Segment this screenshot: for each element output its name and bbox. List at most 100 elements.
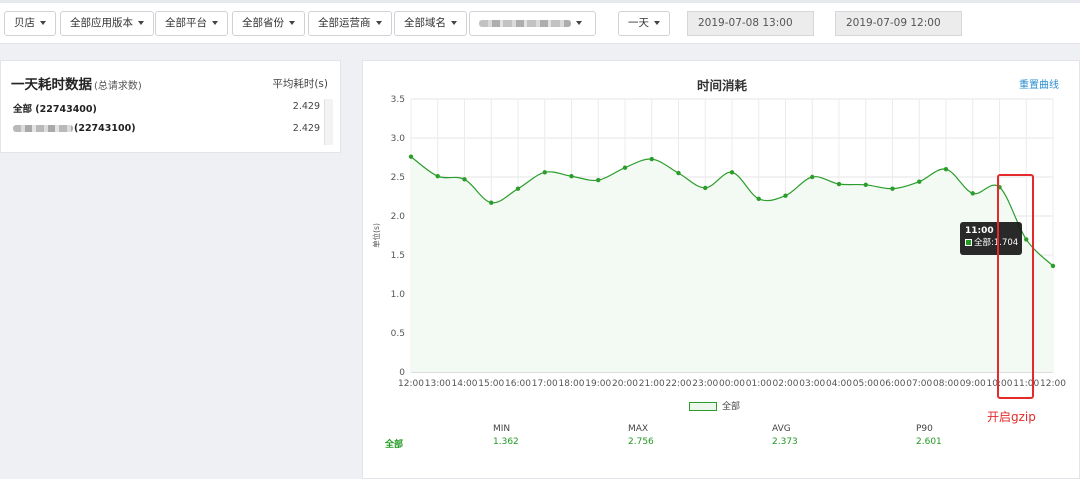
data-point — [890, 186, 895, 191]
chevron-down-icon — [212, 21, 218, 25]
chevron-down-icon — [40, 21, 46, 25]
app-version-dropdown[interactable]: 全部应用版本 — [60, 11, 154, 36]
store-dropdown-label: 贝店 — [14, 17, 35, 29]
data-point — [408, 154, 414, 159]
data-point — [622, 165, 628, 170]
list-item[interactable]: (22743100) 2.429 — [13, 123, 320, 134]
gzip-annotation: 开启gzip — [987, 410, 1036, 424]
y-tick-label: 3.5 — [391, 95, 405, 105]
x-tick-label: 08:00 — [933, 379, 959, 389]
x-tick-label: 17:00 — [532, 379, 558, 389]
chart-legend[interactable]: 全部 — [689, 399, 740, 412]
data-point — [863, 182, 868, 187]
y-axis-label: 单位(s) — [371, 223, 381, 248]
panel-title-text: 一天耗时数据 — [11, 77, 92, 93]
legend-label: 全部 — [722, 402, 741, 412]
time-range-label: 一天 — [628, 17, 649, 29]
x-tick-label: 16:00 — [505, 379, 531, 389]
redacted-text — [479, 19, 571, 27]
x-tick-label: 05:00 — [853, 379, 879, 389]
app-version-dropdown-label: 全部应用版本 — [70, 17, 133, 29]
carrier-dropdown[interactable]: 全部运营商 — [308, 11, 392, 36]
chevron-down-icon — [289, 21, 295, 25]
daily-latency-panel: 一天耗时数据 (总请求数) 平均耗时(s) 全部 (22743400) 2.429… — [0, 60, 341, 153]
data-point — [703, 185, 708, 191]
province-dropdown[interactable]: 全部省份 — [232, 11, 305, 36]
x-tick-label: 21:00 — [639, 379, 665, 389]
api-path-dropdown[interactable] — [469, 11, 596, 36]
store-dropdown[interactable]: 贝店 — [4, 11, 56, 36]
platform-dropdown[interactable]: 全部平台 — [155, 11, 228, 36]
chevron-down-icon — [375, 21, 382, 25]
series-area — [411, 156, 1053, 372]
avg-latency-header: 平均耗时(s) — [272, 78, 328, 90]
data-point — [515, 186, 521, 191]
data-point — [542, 170, 547, 175]
data-point — [729, 170, 735, 175]
chevron-down-icon — [654, 21, 660, 25]
x-tick-label: 04:00 — [826, 379, 852, 389]
data-point — [783, 193, 788, 198]
chart-title: 时间消耗 — [696, 78, 747, 93]
data-point — [569, 174, 574, 179]
time-range-dropdown[interactable]: 一天 — [618, 11, 670, 36]
end-time-input[interactable]: 2019-07-09 12:00 — [835, 11, 962, 36]
data-point — [462, 177, 467, 182]
list-item[interactable]: 全部 (22743400) 2.429 — [13, 101, 320, 115]
data-point — [1050, 263, 1056, 269]
x-tick-label: 07:00 — [906, 379, 932, 389]
data-point — [596, 177, 601, 183]
reset-curve-link[interactable]: 重置曲线 — [1019, 76, 1059, 91]
y-tick-label: 2.5 — [391, 173, 405, 183]
stats-header-avg: AVG — [772, 424, 791, 434]
highlight-box — [997, 174, 1034, 399]
chevron-down-icon — [138, 21, 144, 25]
domain-dropdown-label: 全部域名 — [404, 17, 446, 29]
stats-value-p90: 2.601 — [916, 437, 942, 447]
tooltip-series-label: 全部: — [974, 238, 994, 248]
start-time-input[interactable]: 2019-07-08 13:00 — [687, 11, 814, 36]
filter-toolbar: 贝店 全部应用版本 全部平台 全部省份 全部运营商 全部域名 一天 2019-0… — [0, 0, 1080, 44]
stats-value-avg: 2.373 — [772, 437, 798, 447]
x-tick-label: 12:00 — [398, 379, 424, 389]
y-tick-label: 1.5 — [391, 251, 405, 261]
x-tick-label: 20:00 — [612, 379, 638, 389]
row-name: (22743100) — [74, 123, 136, 134]
x-tick-label: 13:00 — [425, 379, 451, 389]
y-tick-label: 3.0 — [391, 134, 406, 144]
row-value: 2.429 — [292, 101, 320, 112]
chevron-down-icon — [451, 21, 457, 25]
latency-chart: 00.51.01.52.02.53.03.512:00 13:00 14:00 15:… — [371, 95, 1066, 389]
stats-value-min: 1.362 — [493, 437, 519, 447]
platform-dropdown-label: 全部平台 — [165, 17, 207, 29]
data-point — [435, 174, 440, 179]
x-tick-label: 03:00 — [799, 379, 825, 389]
x-tick-label: 15:00 — [478, 379, 504, 389]
legend-swatch — [689, 402, 717, 411]
scrollbar[interactable] — [324, 99, 333, 145]
stats-value-max: 2.756 — [628, 437, 654, 447]
panel-title: 一天耗时数据 (总请求数) — [11, 73, 142, 93]
x-tick-label: 18:00 — [559, 379, 585, 389]
y-tick-label: 1.0 — [391, 290, 406, 300]
data-point — [810, 174, 815, 180]
chevron-down-icon — [576, 21, 582, 25]
data-point — [836, 181, 842, 187]
data-point — [489, 200, 494, 205]
x-tick-label: 19:00 — [585, 379, 611, 389]
stats-series-name: 全部 — [385, 440, 404, 450]
data-point — [943, 167, 949, 172]
row-value: 2.429 — [292, 123, 320, 134]
series-swatch-icon — [965, 239, 972, 246]
y-tick-label: 2.0 — [391, 212, 406, 222]
x-tick-label: 09:00 — [960, 379, 986, 389]
x-tick-label: 12:00 — [1040, 379, 1066, 389]
redacted-text — [13, 125, 73, 132]
y-tick-label: 0 — [399, 368, 405, 378]
domain-dropdown[interactable]: 全部域名 — [394, 11, 467, 36]
x-tick-label: 01:00 — [746, 379, 772, 389]
data-point — [917, 179, 922, 184]
x-tick-label: 00:00 — [719, 379, 745, 389]
province-dropdown-label: 全部省份 — [242, 17, 284, 29]
x-tick-label: 23:00 — [692, 379, 718, 389]
